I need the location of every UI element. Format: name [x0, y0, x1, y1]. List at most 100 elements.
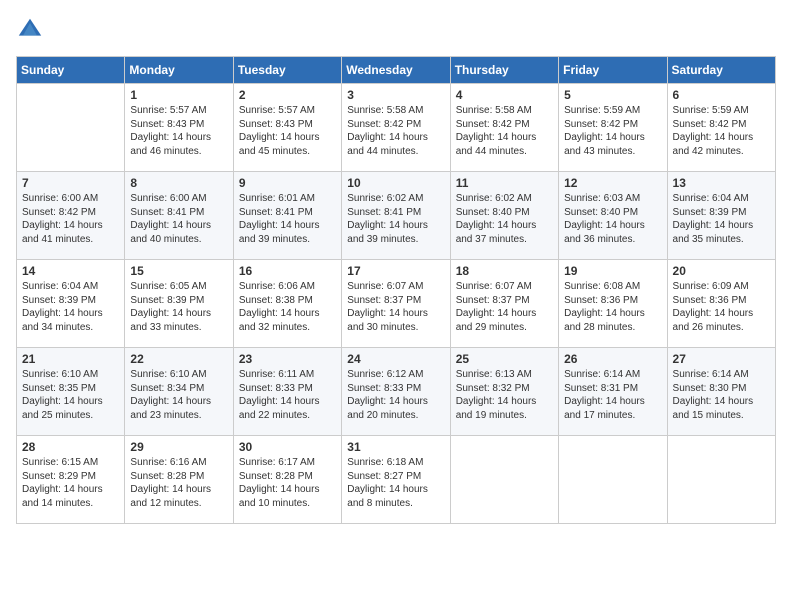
calendar-week-row: 28 Sunrise: 6:15 AM Sunset: 8:29 PM Dayli…	[17, 436, 776, 524]
day-info: Sunrise: 6:02 AM Sunset: 8:41 PM Dayligh…	[347, 192, 444, 246]
day-of-week-header: Monday	[125, 57, 233, 84]
day-of-week-header: Thursday	[450, 57, 558, 84]
calendar-cell: 11 Sunrise: 6:02 AM Sunset: 8:40 PM Dayli…	[450, 172, 558, 260]
calendar-cell: 18 Sunrise: 6:07 AM Sunset: 8:37 PM Dayli…	[450, 260, 558, 348]
day-number: 5	[564, 88, 661, 102]
day-number: 23	[239, 352, 336, 366]
day-info: Sunrise: 5:57 AM Sunset: 8:43 PM Dayligh…	[239, 104, 336, 158]
calendar-cell: 29 Sunrise: 6:16 AM Sunset: 8:28 PM Dayli…	[125, 436, 233, 524]
day-number: 10	[347, 176, 444, 190]
day-info: Sunrise: 6:15 AM Sunset: 8:29 PM Dayligh…	[22, 456, 119, 510]
day-info: Sunrise: 6:18 AM Sunset: 8:27 PM Dayligh…	[347, 456, 444, 510]
calendar-cell	[17, 84, 125, 172]
calendar-cell: 24 Sunrise: 6:12 AM Sunset: 8:33 PM Dayli…	[342, 348, 450, 436]
day-of-week-header: Wednesday	[342, 57, 450, 84]
day-info: Sunrise: 6:17 AM Sunset: 8:28 PM Dayligh…	[239, 456, 336, 510]
calendar-cell: 23Sunrise: 6:11 AM Sunset: 8:33 PM Dayli…	[233, 348, 341, 436]
day-number: 8	[130, 176, 227, 190]
calendar-cell: 5Sunrise: 5:59 AM Sunset: 8:42 PM Daylig…	[559, 84, 667, 172]
calendar-cell: 14Sunrise: 6:04 AM Sunset: 8:39 PM Dayli…	[17, 260, 125, 348]
day-number: 12	[564, 176, 661, 190]
day-info: Sunrise: 6:09 AM Sunset: 8:36 PM Dayligh…	[673, 280, 770, 334]
day-number: 29	[130, 440, 227, 454]
day-number: 11	[456, 176, 553, 190]
logo	[16, 16, 48, 44]
calendar-cell: 6 Sunrise: 5:59 AM Sunset: 8:42 PM Daylig…	[667, 84, 775, 172]
day-info: Sunrise: 6:10 AM Sunset: 8:34 PM Dayligh…	[130, 368, 227, 422]
day-number: 13	[673, 176, 770, 190]
calendar-week-row: 14Sunrise: 6:04 AM Sunset: 8:39 PM Dayli…	[17, 260, 776, 348]
day-info: Sunrise: 6:07 AM Sunset: 8:37 PM Dayligh…	[456, 280, 553, 334]
day-number: 16	[239, 264, 336, 278]
day-info: Sunrise: 6:13 AM Sunset: 8:32 PM Dayligh…	[456, 368, 553, 422]
day-number: 7	[22, 176, 119, 190]
day-info: Sunrise: 6:06 AM Sunset: 8:38 PM Dayligh…	[239, 280, 336, 334]
day-of-week-header: Saturday	[667, 57, 775, 84]
calendar-cell: 22 Sunrise: 6:10 AM Sunset: 8:34 PM Dayli…	[125, 348, 233, 436]
day-number: 14	[22, 264, 119, 278]
calendar-cell: 12Sunrise: 6:03 AM Sunset: 8:40 PM Dayli…	[559, 172, 667, 260]
day-number: 15	[130, 264, 227, 278]
calendar-cell: 27 Sunrise: 6:14 AM Sunset: 8:30 PM Dayli…	[667, 348, 775, 436]
calendar-cell: 7Sunrise: 6:00 AM Sunset: 8:42 PM Daylig…	[17, 172, 125, 260]
day-info: Sunrise: 6:12 AM Sunset: 8:33 PM Dayligh…	[347, 368, 444, 422]
calendar-cell: 9 Sunrise: 6:01 AM Sunset: 8:41 PM Daylig…	[233, 172, 341, 260]
day-info: Sunrise: 6:00 AM Sunset: 8:41 PM Dayligh…	[130, 192, 227, 246]
day-of-week-header: Friday	[559, 57, 667, 84]
day-info: Sunrise: 6:14 AM Sunset: 8:31 PM Dayligh…	[564, 368, 661, 422]
calendar-cell: 15 Sunrise: 6:05 AM Sunset: 8:39 PM Dayli…	[125, 260, 233, 348]
calendar: SundayMondayTuesdayWednesdayThursdayFrid…	[16, 56, 776, 524]
calendar-cell: 8 Sunrise: 6:00 AM Sunset: 8:41 PM Daylig…	[125, 172, 233, 260]
calendar-cell: 13 Sunrise: 6:04 AM Sunset: 8:39 PM Dayli…	[667, 172, 775, 260]
calendar-week-row: 7Sunrise: 6:00 AM Sunset: 8:42 PM Daylig…	[17, 172, 776, 260]
calendar-cell: 19 Sunrise: 6:08 AM Sunset: 8:36 PM Dayli…	[559, 260, 667, 348]
calendar-cell: 26 Sunrise: 6:14 AM Sunset: 8:31 PM Dayli…	[559, 348, 667, 436]
calendar-cell: 28 Sunrise: 6:15 AM Sunset: 8:29 PM Dayli…	[17, 436, 125, 524]
calendar-cell: 16 Sunrise: 6:06 AM Sunset: 8:38 PM Dayli…	[233, 260, 341, 348]
day-number: 27	[673, 352, 770, 366]
calendar-cell: 2 Sunrise: 5:57 AM Sunset: 8:43 PM Daylig…	[233, 84, 341, 172]
day-info: Sunrise: 5:58 AM Sunset: 8:42 PM Dayligh…	[347, 104, 444, 158]
day-number: 9	[239, 176, 336, 190]
day-number: 4	[456, 88, 553, 102]
calendar-cell: 10 Sunrise: 6:02 AM Sunset: 8:41 PM Dayli…	[342, 172, 450, 260]
calendar-cell: 30 Sunrise: 6:17 AM Sunset: 8:28 PM Dayli…	[233, 436, 341, 524]
day-info: Sunrise: 6:08 AM Sunset: 8:36 PM Dayligh…	[564, 280, 661, 334]
day-number: 18	[456, 264, 553, 278]
day-number: 21	[22, 352, 119, 366]
day-info: Sunrise: 6:10 AM Sunset: 8:35 PM Dayligh…	[22, 368, 119, 422]
day-info: Sunrise: 6:01 AM Sunset: 8:41 PM Dayligh…	[239, 192, 336, 246]
day-number: 6	[673, 88, 770, 102]
day-info: Sunrise: 6:04 AM Sunset: 8:39 PM Dayligh…	[673, 192, 770, 246]
day-info: Sunrise: 6:14 AM Sunset: 8:30 PM Dayligh…	[673, 368, 770, 422]
calendar-header-row: SundayMondayTuesdayWednesdayThursdayFrid…	[17, 57, 776, 84]
day-info: Sunrise: 6:02 AM Sunset: 8:40 PM Dayligh…	[456, 192, 553, 246]
day-info: Sunrise: 5:57 AM Sunset: 8:43 PM Dayligh…	[130, 104, 227, 158]
calendar-cell	[450, 436, 558, 524]
logo-icon	[16, 16, 44, 44]
calendar-cell: 21 Sunrise: 6:10 AM Sunset: 8:35 PM Dayli…	[17, 348, 125, 436]
day-info: Sunrise: 5:58 AM Sunset: 8:42 PM Dayligh…	[456, 104, 553, 158]
day-info: Sunrise: 6:05 AM Sunset: 8:39 PM Dayligh…	[130, 280, 227, 334]
day-number: 19	[564, 264, 661, 278]
day-number: 28	[22, 440, 119, 454]
calendar-cell	[667, 436, 775, 524]
calendar-cell: 25 Sunrise: 6:13 AM Sunset: 8:32 PM Dayli…	[450, 348, 558, 436]
page-header	[16, 16, 776, 44]
calendar-cell: 1Sunrise: 5:57 AM Sunset: 8:43 PM Daylig…	[125, 84, 233, 172]
day-number: 25	[456, 352, 553, 366]
day-number: 2	[239, 88, 336, 102]
day-number: 17	[347, 264, 444, 278]
day-number: 3	[347, 88, 444, 102]
day-number: 22	[130, 352, 227, 366]
day-number: 31	[347, 440, 444, 454]
calendar-cell	[559, 436, 667, 524]
day-info: Sunrise: 5:59 AM Sunset: 8:42 PM Dayligh…	[673, 104, 770, 158]
day-number: 20	[673, 264, 770, 278]
calendar-week-row: 1Sunrise: 5:57 AM Sunset: 8:43 PM Daylig…	[17, 84, 776, 172]
calendar-cell: 31 Sunrise: 6:18 AM Sunset: 8:27 PM Dayli…	[342, 436, 450, 524]
day-number: 26	[564, 352, 661, 366]
day-info: Sunrise: 6:16 AM Sunset: 8:28 PM Dayligh…	[130, 456, 227, 510]
day-number: 30	[239, 440, 336, 454]
day-number: 24	[347, 352, 444, 366]
